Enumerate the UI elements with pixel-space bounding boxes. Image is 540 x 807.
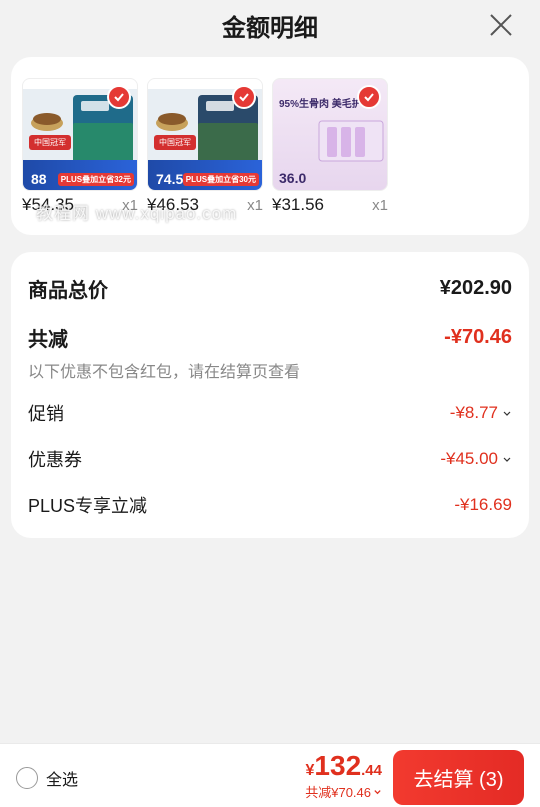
product-price: ¥31.56 [272,195,324,214]
promo-price: 36.0 [279,170,307,186]
select-all-toggle[interactable]: 全选 [16,766,78,790]
header: 金额明细 [0,0,540,50]
watermark: 教程网 www.xqipao.com [36,204,238,223]
plus-discount-value: -¥16.69 [454,495,512,514]
coupon-row[interactable]: 优惠券 -¥45.00 [28,446,512,472]
badge-label: 中国冠军 [154,135,196,150]
promo-band: 74.5 PLUS叠加立省30元 [148,160,262,190]
goods-total-label: 商品总价 [28,280,108,302]
product-item[interactable]: 中国冠军 74.5 PLUS叠加立省30元 ¥46.53 x1 [147,78,263,215]
coupon-label: 优惠券 [28,450,82,470]
coupon-value: -¥45.00 [440,449,498,468]
bowl-image [156,113,188,131]
promo-price: 88 [31,171,47,187]
select-all-radio[interactable] [16,767,38,789]
total-amount-integer: 132 [314,750,362,781]
plus-promo-tag: PLUS叠加立省32元 [57,173,134,186]
chevron-down-icon[interactable] [373,787,382,796]
products-card: 中国冠军 88 PLUS叠加立省32元 ¥54.35 x1 中国冠军 74.5 … [11,57,529,235]
page-title: 金额明细 [222,14,318,42]
plus-discount-label: PLUS专享立减 [28,496,148,516]
chevron-down-icon[interactable] [502,454,512,464]
chevron-down-icon[interactable] [502,408,512,418]
promotion-row[interactable]: 促销 -¥8.77 [28,400,512,426]
total-amount-decimal: .44 [361,762,382,779]
selected-check-icon[interactable] [232,85,256,109]
selected-check-icon[interactable] [357,85,381,109]
product-item[interactable]: 中国冠军 88 PLUS叠加立省32元 ¥54.35 x1 [22,78,138,215]
product-image: 中国冠军 88 PLUS叠加立省32元 [22,78,138,191]
total-saved: 共减¥70.46 [305,785,371,800]
reduction-note: 以下优惠不包含红包，请在结算页查看 [28,364,301,381]
selected-check-icon[interactable] [107,85,131,109]
product-item[interactable]: 95%生骨肉 美毛护 36.0 ¥31.56 x1 [272,78,388,215]
promotion-value: -¥8.77 [449,403,498,422]
select-all-label: 全选 [46,772,79,789]
plus-discount-row: PLUS专享立减 -¥16.69 [28,492,512,518]
plus-promo-tag: PLUS叠加立省30元 [182,173,259,186]
price-summary-card: 商品总价 ¥202.90 共减 -¥70.46 以下优惠不包含红包，请在结算页查… [11,252,529,538]
promo-band: 88 PLUS叠加立省32元 [23,160,137,190]
bowl-image [31,113,63,131]
close-icon[interactable] [488,12,514,38]
checkout-bar: 全选 ¥132.44 共减¥70.46 去结算 (3) [0,743,540,807]
reduction-label: 共减 [28,329,68,351]
order-total: ¥132.44 共减¥70.46 [305,750,382,801]
product-box-image [318,120,384,162]
product-qty: x1 [247,197,263,214]
promotion-label: 促销 [28,404,64,424]
promo-price: 74.5 [156,171,184,187]
goods-total-value: ¥202.90 [439,277,512,299]
product-image: 中国冠军 74.5 PLUS叠加立省30元 [147,78,263,191]
product-qty: x1 [372,197,388,214]
product-headline: 95%生骨肉 美毛护 [279,99,362,110]
reduction-row: 共减 -¥70.46 [28,323,512,352]
product-image: 95%生骨肉 美毛护 36.0 [272,78,388,191]
badge-label: 中国冠军 [29,135,71,150]
goods-total-row: 商品总价 ¥202.90 [28,274,512,303]
reduction-value: -¥70.46 [444,326,512,348]
checkout-button[interactable]: 去结算 (3) [393,750,524,805]
